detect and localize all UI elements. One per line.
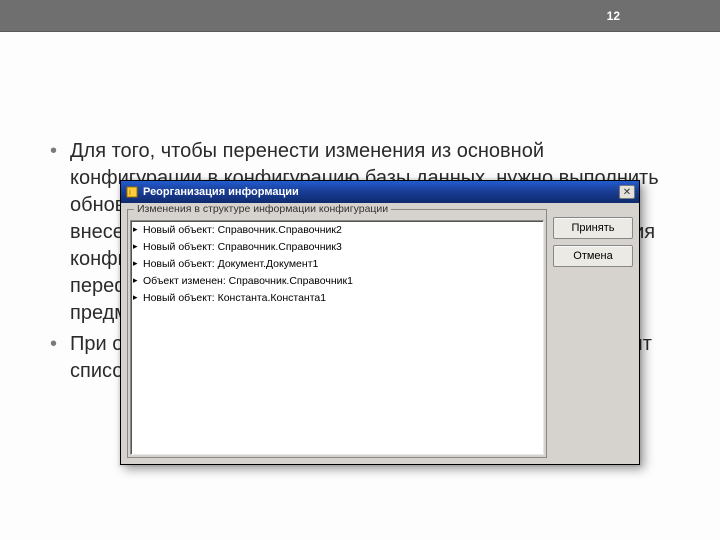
chevron-right-icon: ▸ <box>133 241 143 252</box>
chevron-right-icon: ▸ <box>133 258 143 269</box>
dialog-body: Изменения в структуре информации конфигу… <box>121 203 639 464</box>
cancel-button[interactable]: Отмена <box>553 245 633 267</box>
dialog-title: Реорганизация информации <box>143 186 619 198</box>
list-item[interactable]: ▸ Новый объект: Справочник.Справочник3 <box>131 238 543 255</box>
app-icon: i <box>125 185 139 199</box>
list-item-label: Новый объект: Документ.Документ1 <box>143 258 318 270</box>
dialog-buttons: Принять Отмена <box>553 209 633 458</box>
svg-text:i: i <box>129 188 131 197</box>
list-item-label: Новый объект: Справочник.Справочник2 <box>143 224 342 236</box>
slide: 12 Для того, чтобы перенести изменения и… <box>0 0 720 540</box>
list-item[interactable]: ▸ Новый объект: Документ.Документ1 <box>131 255 543 272</box>
list-item-label: Новый объект: Справочник.Справочник3 <box>143 241 342 253</box>
chevron-right-icon: ▸ <box>133 224 143 235</box>
close-icon: ✕ <box>623 187 631 198</box>
changes-group: Изменения в структуре информации конфигу… <box>127 209 547 458</box>
list-item-label: Объект изменен: Справочник.Справочник1 <box>143 275 353 287</box>
dialog-titlebar[interactable]: i Реорганизация информации ✕ <box>121 181 639 203</box>
group-label: Изменения в структуре информации конфигу… <box>134 203 391 215</box>
cancel-label: Отмена <box>573 250 612 262</box>
changes-listbox[interactable]: ▸ Новый объект: Справочник.Справочник2 ▸… <box>130 220 544 455</box>
list-item-label: Новый объект: Константа.Константа1 <box>143 292 326 304</box>
slide-header: 12 <box>0 0 720 32</box>
chevron-right-icon: ▸ <box>133 275 143 286</box>
chevron-right-icon: ▸ <box>133 292 143 303</box>
accept-label: Принять <box>572 222 615 234</box>
page-number: 12 <box>607 9 620 23</box>
accept-button[interactable]: Принять <box>553 217 633 239</box>
list-item[interactable]: ▸ Новый объект: Справочник.Справочник2 <box>131 221 543 238</box>
list-item[interactable]: ▸ Объект изменен: Справочник.Справочник1 <box>131 272 543 289</box>
close-button[interactable]: ✕ <box>619 185 635 199</box>
reorg-dialog: i Реорганизация информации ✕ Изменения в… <box>120 180 640 465</box>
list-item[interactable]: ▸ Новый объект: Константа.Константа1 <box>131 289 543 306</box>
